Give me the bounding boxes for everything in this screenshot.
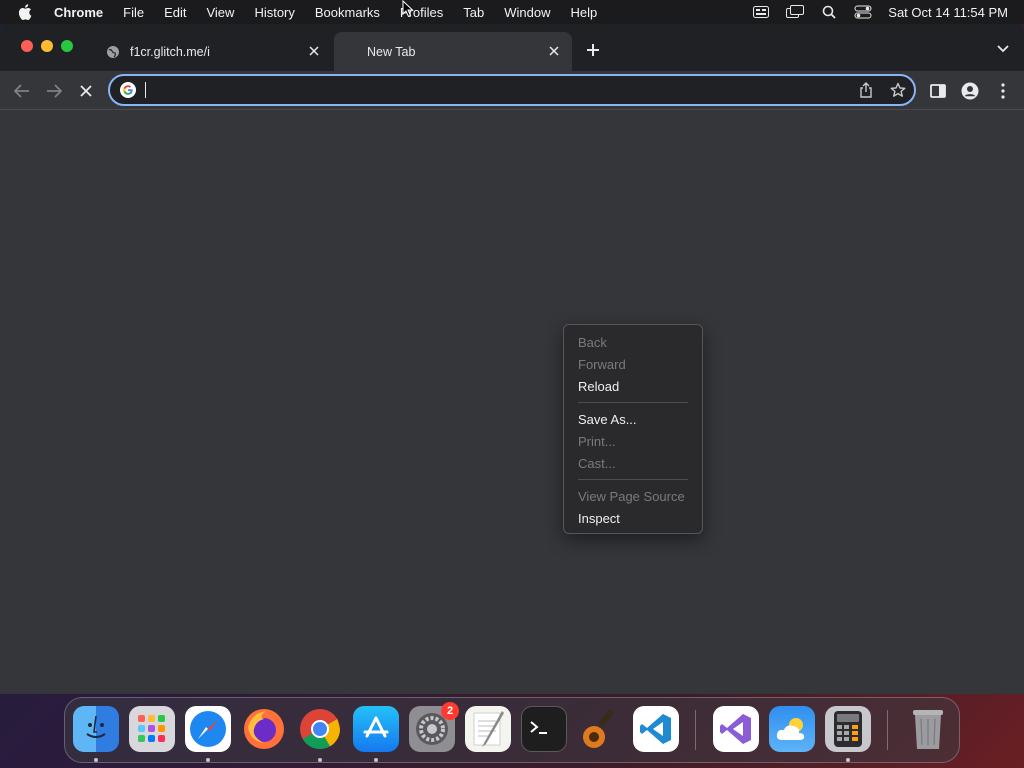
profile-avatar-icon[interactable] xyxy=(960,81,980,101)
dock: 2 xyxy=(64,697,960,763)
dock-separator xyxy=(695,710,696,750)
app-store-icon[interactable] xyxy=(353,706,399,752)
visual-studio-icon[interactable] xyxy=(713,706,759,752)
more-menu-icon[interactable] xyxy=(993,81,1013,101)
context-menu-save-as[interactable]: Save As... xyxy=(564,408,702,430)
menu-bar: Chrome File Edit View History Bookmarks … xyxy=(0,0,1024,24)
textedit-icon[interactable] xyxy=(465,706,511,752)
terminal-icon[interactable] xyxy=(521,706,567,752)
address-bar[interactable] xyxy=(108,74,916,106)
menu-history[interactable]: History xyxy=(254,5,294,20)
finder-icon[interactable] xyxy=(73,706,119,752)
context-menu-back: Back xyxy=(578,334,607,350)
finder-running-indicator xyxy=(94,758,98,762)
context-menu-separator xyxy=(578,479,688,480)
context-menu-reload[interactable]: Reload xyxy=(564,375,702,397)
omnibox-input[interactable] xyxy=(148,78,914,102)
safari-icon[interactable] xyxy=(185,706,231,752)
settings-notification-badge: 2 xyxy=(441,702,459,720)
menu-bookmarks[interactable]: Bookmarks xyxy=(315,5,380,20)
back-arrow-icon[interactable] xyxy=(12,81,32,101)
context-menu-separator xyxy=(578,402,688,403)
dock-separator xyxy=(887,710,888,750)
menu-help[interactable]: Help xyxy=(571,5,598,20)
menu-tab[interactable]: Tab xyxy=(463,5,484,20)
system-settings-gear-icon[interactable]: 2 xyxy=(409,702,459,752)
chrome-running-indicator xyxy=(318,758,322,762)
garageband-guitar-icon[interactable] xyxy=(577,706,623,752)
tab-glitch[interactable]: f1cr.glitch.me/i xyxy=(96,32,332,71)
firefox-icon[interactable] xyxy=(241,706,287,752)
tab-search-chevron-down-icon[interactable] xyxy=(996,43,1010,55)
launchpad-icon[interactable] xyxy=(129,706,175,752)
bookmark-star-icon[interactable] xyxy=(890,82,906,98)
menubar-clock[interactable]: Sat Oct 14 11:54 PM xyxy=(888,5,1008,20)
menu-app-name[interactable]: Chrome xyxy=(54,5,103,20)
new-tab-plus-icon[interactable] xyxy=(583,40,603,60)
tab-strip: f1cr.glitch.me/i New Tab xyxy=(0,24,1024,71)
forward-arrow-icon[interactable] xyxy=(44,81,64,101)
safari-running-indicator xyxy=(206,758,210,762)
tab-close-icon[interactable] xyxy=(546,43,562,59)
menu-edit[interactable]: Edit xyxy=(164,5,186,20)
side-panel-icon[interactable] xyxy=(928,81,948,101)
context-menu: Back Forward Reload Save As... Print... … xyxy=(563,324,703,534)
chrome-window: f1cr.glitch.me/i New Tab xyxy=(0,24,1024,694)
control-center-icon[interactable] xyxy=(854,5,872,19)
screen-mirroring-icon[interactable] xyxy=(786,5,805,19)
chrome-icon[interactable] xyxy=(297,706,343,752)
context-menu-view-page-source: View Page Source xyxy=(578,488,685,504)
globe-icon xyxy=(106,45,120,59)
menu-file[interactable]: File xyxy=(123,5,144,20)
context-menu-inspect[interactable]: Inspect xyxy=(564,507,702,529)
text-caret xyxy=(145,82,146,98)
context-menu-cast: Cast... xyxy=(578,455,616,471)
menu-view[interactable]: View xyxy=(206,5,234,20)
tab-title: New Tab xyxy=(367,44,416,59)
stop-loading-icon[interactable] xyxy=(76,81,96,101)
window-zoom-button[interactable] xyxy=(61,40,73,52)
menubar-status-area: Sat Oct 14 11:54 PM xyxy=(736,0,1008,24)
google-icon xyxy=(119,81,137,99)
tab-close-icon[interactable] xyxy=(306,43,322,59)
share-icon[interactable] xyxy=(858,82,874,98)
tab-title: f1cr.glitch.me/i xyxy=(130,44,210,59)
calculator-running-indicator xyxy=(846,758,850,762)
context-menu-forward: Forward xyxy=(578,356,626,372)
trash-icon[interactable] xyxy=(905,706,951,752)
weather-icon[interactable] xyxy=(769,706,815,752)
mouse-cursor-icon xyxy=(402,0,414,18)
page-content[interactable] xyxy=(0,110,1024,694)
tab-new-tab[interactable]: New Tab xyxy=(334,32,572,71)
apple-icon[interactable] xyxy=(18,4,34,20)
browser-toolbar xyxy=(0,71,1024,110)
context-menu-print: Print... xyxy=(578,433,616,449)
window-minimize-button[interactable] xyxy=(41,40,53,52)
app-store-running-indicator xyxy=(374,758,378,762)
input-source-icon[interactable] xyxy=(752,5,770,19)
calculator-icon[interactable] xyxy=(825,706,871,752)
menu-window[interactable]: Window xyxy=(504,5,550,20)
window-controls xyxy=(21,40,81,52)
spotlight-search-icon[interactable] xyxy=(820,5,838,19)
vscode-icon[interactable] xyxy=(633,706,679,752)
window-close-button[interactable] xyxy=(21,40,33,52)
